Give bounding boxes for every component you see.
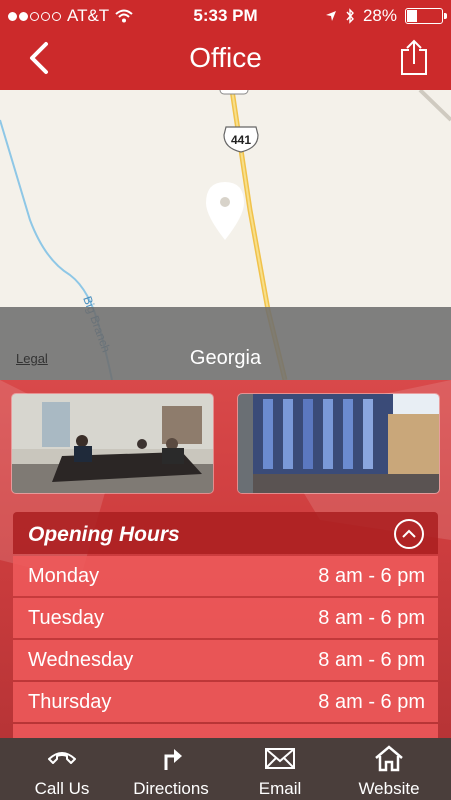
map-region-label: Georgia xyxy=(189,347,262,369)
bluetooth-icon xyxy=(346,8,354,24)
conference-room-photo[interactable] xyxy=(11,393,214,494)
collapse-button[interactable] xyxy=(394,519,424,549)
hours-row: Thursday 8 am - 6 pm xyxy=(13,682,438,722)
hours-row: Monday 8 am - 6 pm xyxy=(13,556,438,596)
tab-call-us[interactable]: Call Us xyxy=(0,738,124,800)
hours-day: Thursday xyxy=(28,691,112,713)
hours-row: Tuesday 8 am - 6 pm xyxy=(13,598,438,638)
share-icon[interactable] xyxy=(399,38,429,76)
page-title: Office xyxy=(189,42,262,73)
tab-website[interactable]: Website xyxy=(334,738,444,800)
battery-icon xyxy=(405,8,447,24)
hours-row-partial xyxy=(13,724,438,738)
directions-icon xyxy=(164,749,182,770)
map-view[interactable]: 441 Big Branch Legal Georgia xyxy=(0,90,451,380)
hours-day: Tuesday xyxy=(28,607,104,629)
tab-label: Website xyxy=(358,779,420,798)
envelope-icon xyxy=(265,748,295,769)
status-bar: AT&T 5:33 PM 28% xyxy=(0,0,451,30)
battery-percent: 28% xyxy=(362,6,397,25)
nav-bar: Office xyxy=(0,30,451,86)
hours-row: Wednesday 8 am - 6 pm xyxy=(13,640,438,680)
top-bar: AT&T 5:33 PM 28% Office xyxy=(0,0,451,90)
hours-time: 8 am - 6 pm xyxy=(318,649,425,671)
chevron-up-icon xyxy=(402,529,416,538)
office-building-photo[interactable] xyxy=(237,393,440,494)
hours-day: Monday xyxy=(28,565,100,587)
hours-day: Wednesday xyxy=(28,649,134,671)
location-arrow-icon xyxy=(325,11,336,21)
home-icon xyxy=(375,745,403,772)
side-road xyxy=(418,90,451,122)
opening-hours-title: Opening Hours xyxy=(28,523,180,546)
phone-icon xyxy=(48,752,76,764)
bottom-tab-bar: Call Us Directions Email Website xyxy=(0,738,451,800)
office-content: Opening Hours Monday 8 am - 6 pm Tuesday… xyxy=(0,380,451,738)
map-pin-icon[interactable] xyxy=(206,182,244,240)
route-shield-label: 441 xyxy=(231,133,251,147)
tab-label: Email xyxy=(258,779,302,798)
tab-directions[interactable]: Directions xyxy=(110,738,232,800)
route-shield: 441 xyxy=(223,126,259,153)
status-right: 28% xyxy=(325,6,447,26)
hours-time: 8 am - 6 pm xyxy=(318,565,425,587)
tab-label: Directions xyxy=(133,779,209,798)
hours-time: 8 am - 6 pm xyxy=(318,691,425,713)
tab-label: Call Us xyxy=(34,779,90,798)
map-info-overlay: Legal Georgia xyxy=(0,307,451,380)
hours-time: 8 am - 6 pm xyxy=(318,607,425,629)
tab-email[interactable]: Email xyxy=(226,738,334,800)
opening-hours-header[interactable]: Opening Hours xyxy=(13,512,438,554)
